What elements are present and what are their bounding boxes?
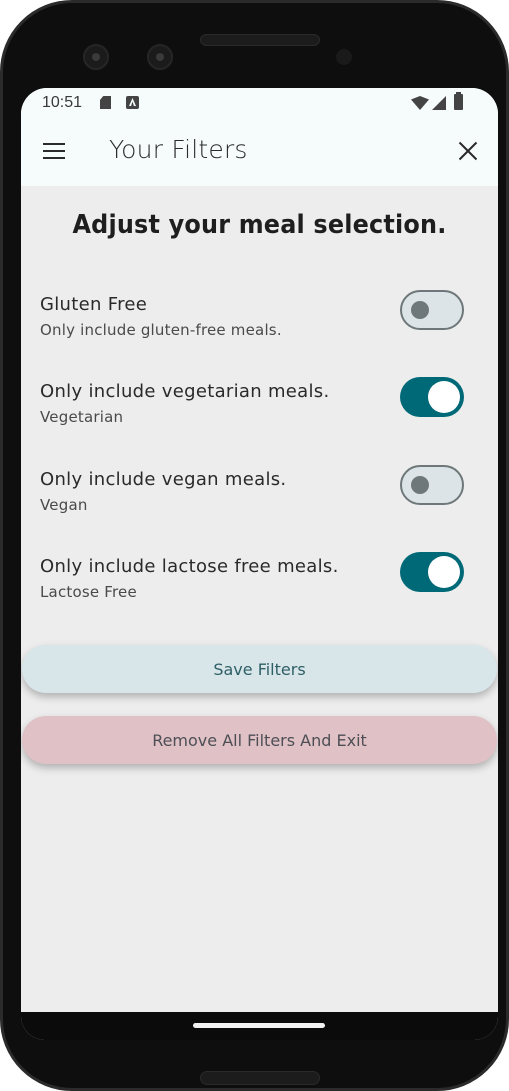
bottom-speaker xyxy=(200,1071,320,1085)
vegan-switch[interactable] xyxy=(400,465,464,505)
front-camera-secondary xyxy=(147,44,173,70)
status-bar: 10:51 xyxy=(21,88,498,118)
switch-knob xyxy=(428,556,460,588)
filter-subtitle: Vegan xyxy=(40,496,88,514)
filter-title: Only include vegan meals. xyxy=(40,469,287,490)
screen: 10:51 Your Filters Adjust your meal sele… xyxy=(21,88,498,1040)
section-headline: Adjust your meal selection. xyxy=(72,210,447,240)
front-camera xyxy=(83,44,109,70)
filter-row-lactose-free[interactable]: Only include lactose free meals. Lactose… xyxy=(21,552,498,626)
wifi-icon xyxy=(411,96,429,110)
status-time: 10:51 xyxy=(42,94,83,111)
filter-title: Gluten Free xyxy=(40,294,148,315)
page-title: Your Filters xyxy=(109,135,248,164)
filter-row-vegetarian[interactable]: Only include vegetarian meals. Vegetaria… xyxy=(21,377,498,451)
filter-subtitle: Only include gluten-free meals. xyxy=(40,321,282,339)
filter-subtitle: Vegetarian xyxy=(40,408,124,426)
proximity-sensor xyxy=(336,49,352,65)
menu-icon[interactable] xyxy=(43,143,65,159)
top-speaker xyxy=(200,34,320,46)
phone-frame: 10:51 Your Filters Adjust your meal sele… xyxy=(0,0,509,1091)
signal-icon xyxy=(432,96,446,110)
filter-row-vegan[interactable]: Only include vegan meals. Vegan xyxy=(21,465,498,539)
close-icon[interactable] xyxy=(458,141,478,161)
gluten-free-switch[interactable] xyxy=(400,290,464,330)
filter-title: Only include vegetarian meals. xyxy=(40,381,330,402)
filter-row-gluten-free[interactable]: Gluten Free Only include gluten-free mea… xyxy=(21,290,498,364)
switch-knob xyxy=(428,381,460,413)
navigation-bar xyxy=(21,1012,498,1040)
save-filters-button[interactable]: Save Filters xyxy=(22,645,497,693)
a-icon xyxy=(126,96,139,109)
switch-knob xyxy=(411,301,429,319)
app-bar: Your Filters xyxy=(21,118,498,186)
switch-knob xyxy=(411,476,429,494)
vegetarian-switch[interactable] xyxy=(400,377,464,417)
home-indicator[interactable] xyxy=(193,1023,325,1028)
sd-card-icon xyxy=(100,96,111,109)
filter-subtitle: Lactose Free xyxy=(40,583,137,601)
filter-title: Only include lactose free meals. xyxy=(40,556,339,577)
battery-icon xyxy=(454,92,463,110)
lactose-free-switch[interactable] xyxy=(400,552,464,592)
remove-all-filters-button[interactable]: Remove All Filters And Exit xyxy=(22,716,497,764)
